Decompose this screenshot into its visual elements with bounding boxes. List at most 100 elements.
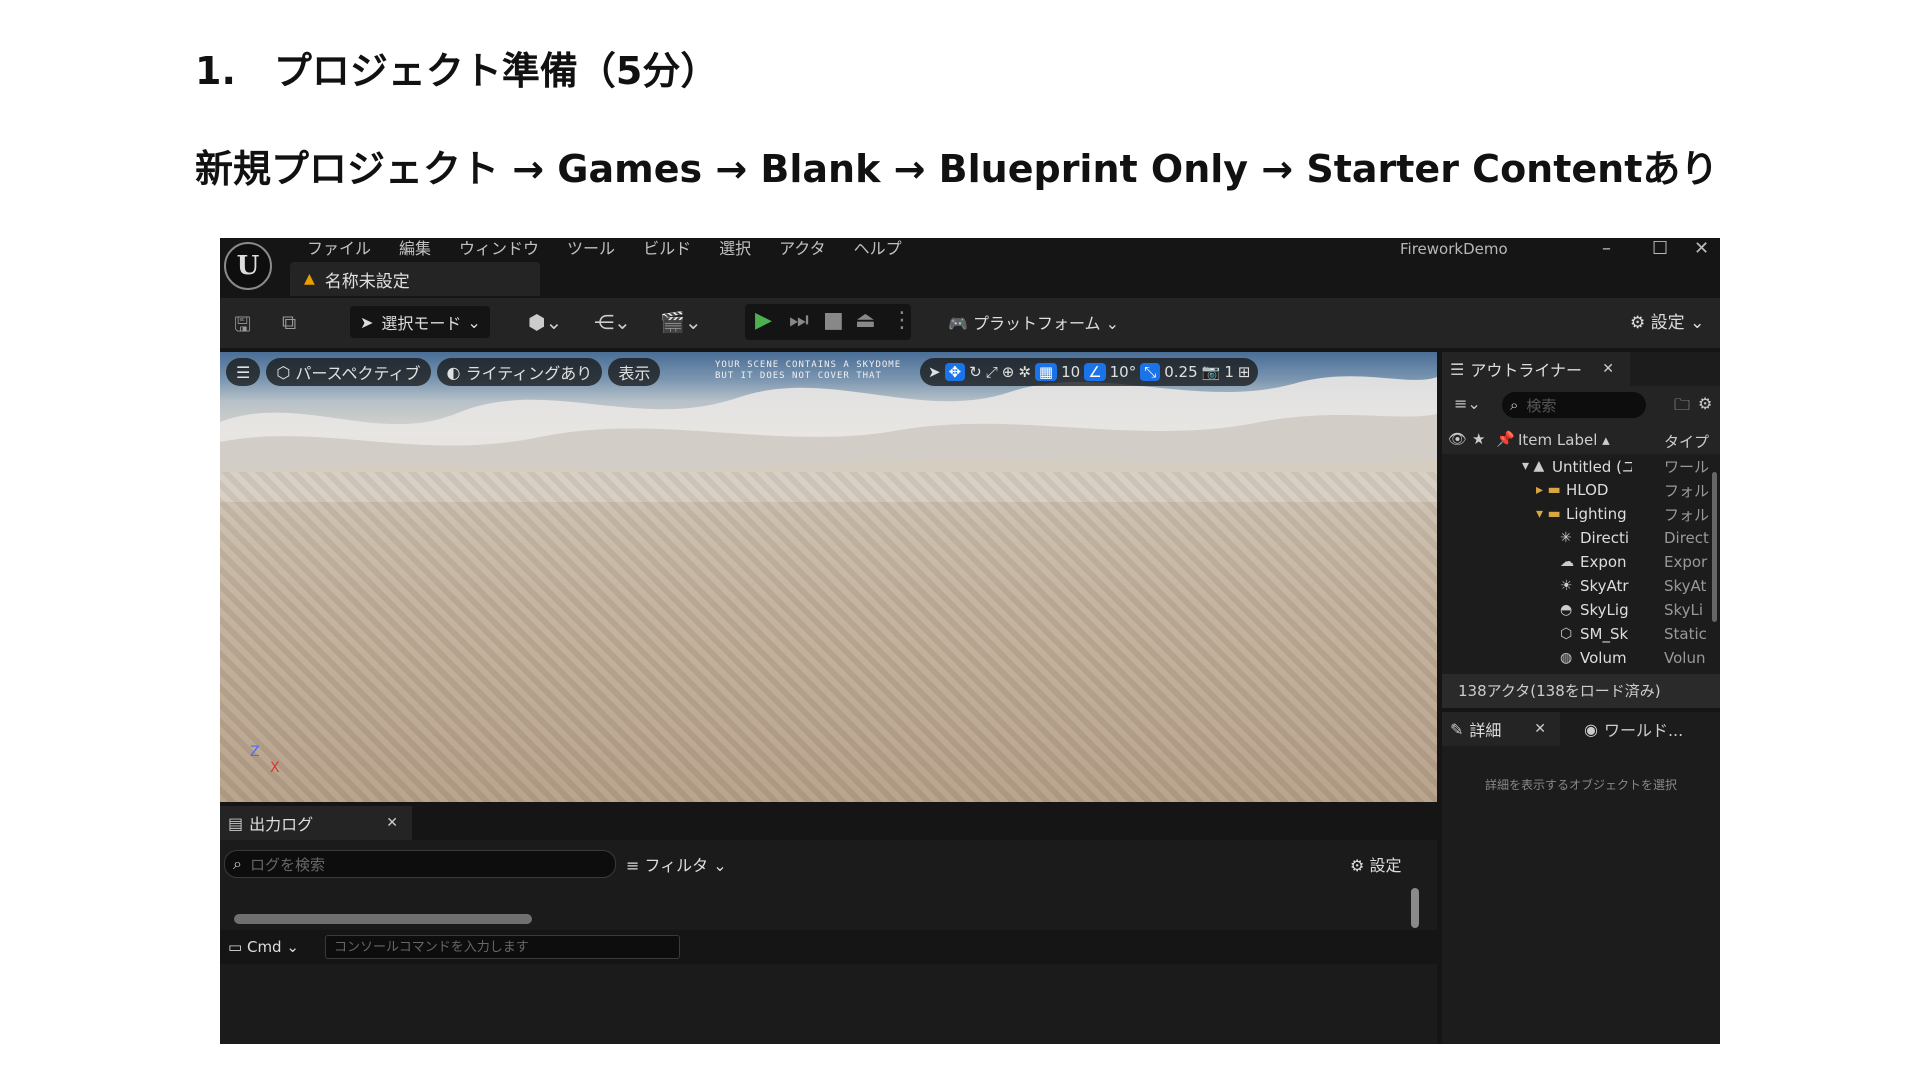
surface-snap-icon[interactable]: ✲ [1018,363,1031,381]
scale-snap-icon[interactable]: ⤡ [1140,363,1161,381]
grid-snap-icon[interactable]: ▦ [1034,363,1058,381]
world-settings-tab[interactable]: ◉ ワールド... [1584,712,1683,746]
details-tab-label: 詳細 [1469,721,1502,740]
row-type: フォル [1664,481,1710,500]
layout-icon[interactable]: ⊞ [1238,363,1251,381]
row-type: ワール [1664,457,1710,476]
close-icon[interactable]: ✕ [1694,238,1709,259]
project-title: FireworkDemo [1400,240,1508,258]
minimize-icon[interactable]: – [1602,238,1611,259]
cinematics-icon[interactable]: 🎬⌄ [660,310,702,334]
row-type: SkyLi [1664,601,1704,619]
favorite-icon[interactable]: ★ [1472,430,1485,448]
close-icon[interactable]: ✕ [1534,721,1546,737]
level-tab[interactable]: ▲ 名称未設定 [290,262,540,296]
filter-dropdown[interactable]: ≡ フィルタ ⌄ [626,852,727,876]
outliner-row-directional-light[interactable]: ✳ Directi Direct [1442,526,1720,550]
log-settings-dropdown[interactable]: ⚙ 設定 [1350,852,1401,876]
add-folder-icon[interactable]: 🗀 [1674,394,1690,421]
menu-bar: ファイル 編集 ウィンドウ ツール ビルド 選択 アクタ ヘルプ [293,238,916,260]
outliner-row-lighting[interactable]: ▾ ▬ Lighting フォル [1442,502,1720,526]
step-icon[interactable]: ⏭ [789,308,809,333]
cmd-label: Cmd [246,938,282,956]
level-tab-label: 名称未設定 [324,271,410,292]
outliner-row-static-mesh[interactable]: ⬡ SM_Sk Static [1442,622,1720,646]
stop-icon[interactable]: ■ [823,308,844,333]
lighting-label: ライティングあり [465,364,593,383]
menu-window[interactable]: ウィンドウ [445,238,553,260]
close-icon[interactable]: ✕ [1602,361,1614,377]
unreal-logo-icon[interactable]: U [224,242,272,290]
save-icon[interactable]: 🖫 [234,310,251,344]
skydome-warning: YOUR SCENE CONTAINS A SKYDOME BUT IT DOE… [715,360,901,382]
add-actor-icon[interactable]: ⬢⌄ [528,310,562,334]
column-type[interactable]: タイプ [1664,431,1709,452]
menu-help[interactable]: ヘルプ [840,238,916,260]
cmd-dropdown[interactable]: ▭ Cmd ⌄ [228,938,299,956]
outliner-row-sky-light[interactable]: ◓ SkyLig SkyLi [1442,598,1720,622]
outliner-row-sky-atmosphere[interactable]: ☀ SkyAtr SkyAt [1442,574,1720,598]
outliner-panel: ☰ アウトライナー ✕ ≡⌄ ⌕ 検索 🗀 ⚙ 👁 ★ 📌 Item Label… [1442,352,1720,708]
pin-icon[interactable]: 📌 [1496,430,1515,448]
menu-file[interactable]: ファイル [293,238,385,260]
lighting-button[interactable]: ◐ ライティングあり [436,358,603,386]
pencil-icon: ✎ [1450,719,1464,739]
camera-speed-icon[interactable]: 📷 [1202,363,1221,381]
camera-speed-value[interactable]: 1 [1224,363,1234,381]
content-browser-icon[interactable]: ⧉ [282,310,296,334]
rotation-snap-icon[interactable]: ∠ [1084,363,1106,381]
platforms-dropdown[interactable]: 🎮 プラットフォーム ⌄ [948,310,1119,334]
column-item-label[interactable]: Item Label ▴ [1518,431,1610,449]
close-icon[interactable]: ✕ [386,815,398,831]
row-type: Expor [1664,553,1708,571]
menu-select[interactable]: 選択 [705,238,765,260]
outliner-scrollbar[interactable] [1712,472,1717,622]
level-viewport[interactable]: ☰ ⬡ パースペクティブ ◐ ライティングあり 表示 YOUR SCENE CO… [220,352,1437,802]
visibility-icon[interactable]: 👁 [1448,430,1467,448]
row-name: SkyLig [1580,601,1629,619]
log-search-input[interactable]: ⌕ ログを検索 [224,850,616,878]
checker-floor [220,472,1437,802]
row-name: SM_Sk [1580,625,1629,643]
selection-mode-dropdown[interactable]: ➤ 選択モード ⌄ [350,306,490,338]
menu-actor[interactable]: アクタ [765,238,840,260]
unreal-editor-screenshot: U ファイル 編集 ウィンドウ ツール ビルド 選択 アクタ ヘルプ ▲ 名称未… [220,238,1720,1044]
eject-icon[interactable]: ⏏ [855,308,876,333]
output-log-tab[interactable]: ▤ 出力ログ ✕ [220,806,412,840]
gear-icon[interactable]: ⚙ [1698,394,1712,413]
maximize-icon[interactable]: ☐ [1652,238,1668,259]
world-local-icon[interactable]: ⊕ [1002,363,1015,381]
more-options-icon[interactable]: ⋮ [891,308,913,333]
grid-snap-value[interactable]: 10 [1061,363,1080,381]
blueprint-icon[interactable]: ⋲⌄ [594,310,631,334]
menu-edit[interactable]: 編集 [385,238,445,260]
console-command-input[interactable]: コンソールコマンドを入力します [325,935,680,959]
rotation-snap-value[interactable]: 10° [1110,363,1137,381]
menu-tools[interactable]: ツール [553,238,629,260]
horizontal-scrollbar[interactable] [234,914,532,924]
viewport-menu-button[interactable]: ☰ [226,358,261,386]
outliner-tab[interactable]: ☰ アウトライナー ✕ [1442,352,1630,386]
details-tab[interactable]: ✎ 詳細 ✕ [1442,712,1560,746]
outliner-row-volumetric-cloud[interactable]: ◍ Volum Volun [1442,646,1720,670]
scale-snap-value[interactable]: 0.25 [1164,363,1197,381]
play-icon[interactable]: ▶ [755,308,772,333]
row-type: Volun [1664,649,1706,667]
select-arrow-icon[interactable]: ➤ [928,363,941,381]
axis-x-label: X [270,760,280,776]
filter-icon[interactable]: ≡⌄ [1454,394,1481,413]
scale-icon[interactable]: ⤢ [986,363,998,381]
outliner-row-untitled[interactable]: ▾ ▲ Untitled (ユ ワール [1442,454,1720,478]
settings-dropdown[interactable]: ⚙ 設定 ⌄ [1630,308,1704,333]
outliner-row-hlod[interactable]: ▸ ▬ HLOD フォル [1442,478,1720,502]
show-button[interactable]: 表示 [608,358,661,386]
outliner-row-exponential-fog[interactable]: ☁ Expon Expor [1442,550,1720,574]
section-heading: 1. プロジェクト準備（5分） [195,49,719,93]
outliner-search-input[interactable]: ⌕ 検索 [1502,392,1646,418]
perspective-button[interactable]: ⬡ パースペクティブ [266,358,431,386]
vertical-scrollbar[interactable] [1411,888,1419,928]
chevron-down-icon: ⌄ [1105,314,1120,333]
menu-build[interactable]: ビルド [629,238,705,260]
rotate-icon[interactable]: ↻ [969,363,982,381]
translate-icon[interactable]: ✥ [944,363,966,381]
